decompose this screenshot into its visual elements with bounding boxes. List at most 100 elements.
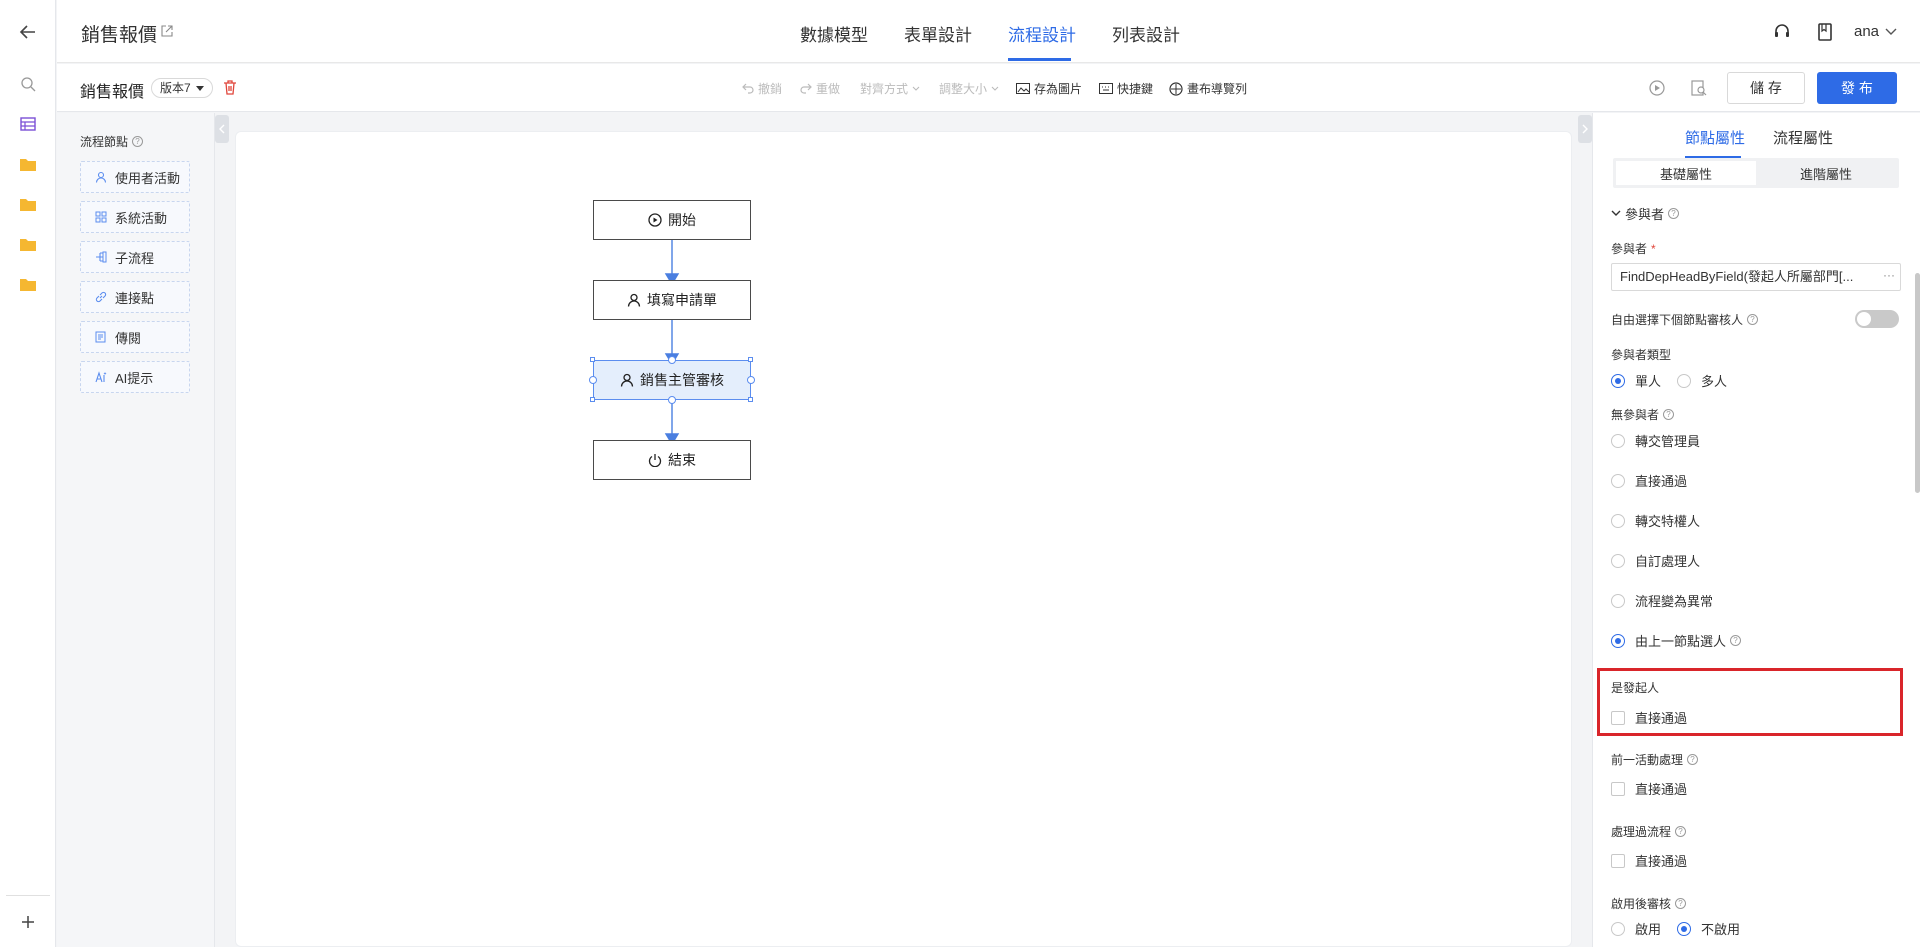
folder-icon[interactable] — [16, 272, 40, 296]
flow-canvas[interactable]: 開始 填寫申請單 銷售主管審核 結束 — [235, 131, 1572, 947]
save-button[interactable]: 儲 存 — [1727, 72, 1805, 104]
help-icon[interactable]: ? — [1747, 314, 1759, 325]
flow-node-start[interactable]: 開始 — [593, 200, 751, 240]
connection-point[interactable] — [589, 376, 597, 384]
shortcuts-button[interactable]: 快捷鍵 — [1099, 80, 1153, 97]
plus-icon[interactable] — [16, 910, 40, 934]
checkbox-label: 直接通過 — [1635, 711, 1688, 726]
palette-title: 流程節點 ? — [80, 133, 144, 150]
radio-dot — [1611, 593, 1625, 608]
play-circle-icon[interactable] — [1649, 80, 1665, 96]
resize-dropdown[interactable]: 調整大小 — [939, 80, 999, 97]
palette-item-circulate[interactable]: 傳閱 — [80, 321, 190, 353]
palette-item-system-activity[interactable]: 系統活動 — [80, 201, 190, 233]
processed-label-text: 處理過流程 — [1611, 825, 1672, 839]
radio-single[interactable]: 單人 — [1611, 371, 1661, 390]
doc-search-icon[interactable] — [1691, 80, 1707, 96]
folder-icon[interactable] — [16, 232, 40, 256]
connection-point[interactable] — [668, 356, 676, 364]
flow-node-manager-review[interactable]: 銷售主管審核 — [593, 360, 751, 400]
resize-handle[interactable] — [748, 357, 753, 362]
help-icon[interactable]: ? — [1730, 635, 1742, 646]
tab-flow-properties[interactable]: 流程屬性 — [1773, 127, 1833, 148]
radio-dot — [1611, 513, 1625, 528]
checkbox-prev-activity-pass[interactable]: 直接通過 — [1611, 779, 1687, 798]
tab-data-model[interactable]: 數據模型 — [800, 21, 868, 46]
help-icon[interactable]: ? — [1668, 208, 1680, 219]
radio-transfer-privileged[interactable]: 轉交特權人 — [1611, 511, 1700, 530]
palette-item-connector[interactable]: 連接點 — [80, 281, 190, 313]
checkbox-processed-pass[interactable]: 直接通過 — [1611, 851, 1687, 870]
free-select-toggle[interactable] — [1855, 310, 1899, 328]
left-rail — [0, 0, 56, 947]
subtab-basic[interactable]: 基礎屬性 — [1616, 161, 1756, 185]
radio-custom-handler[interactable]: 自訂處理人 — [1611, 551, 1700, 570]
palette-item-ai-prompt[interactable]: AI提示 — [80, 361, 190, 393]
node-palette: 流程節點 ? 使用者活動 系統活動 子流程 連接點 傳閱 AI提示 — [57, 113, 215, 947]
tab-flow-design[interactable]: 流程設計 — [1008, 21, 1076, 46]
folder-icon[interactable] — [16, 152, 40, 176]
resize-handle[interactable] — [748, 397, 753, 402]
caret-down-icon — [195, 85, 204, 91]
search-icon[interactable] — [16, 72, 40, 96]
collapse-right-handle[interactable] — [1578, 115, 1592, 143]
table-icon[interactable] — [16, 112, 40, 136]
tab-list-design[interactable]: 列表設計 — [1112, 21, 1180, 46]
radio-label: 單人 — [1635, 374, 1662, 389]
participant-field[interactable]: FindDepHeadByField(發起人所屬部門[... — [1611, 263, 1901, 291]
radio-prev-node-select[interactable]: 由上一節點選人 ? — [1611, 631, 1742, 650]
version-select[interactable]: 版本7 — [151, 78, 213, 98]
save-image-button[interactable]: 存為圖片 — [1016, 80, 1082, 97]
free-select-label-text: 自由選擇下個節點審核人 — [1611, 313, 1744, 327]
palette-item-user-activity[interactable]: 使用者活動 — [80, 161, 190, 193]
help-icon[interactable]: ? — [132, 136, 144, 147]
publish-button[interactable]: 發 布 — [1817, 72, 1897, 104]
top-header: 銷售報價 數據模型 表單設計 流程設計 列表設計 ana — [57, 0, 1920, 63]
flow-node-fill-form[interactable]: 填寫申請單 — [593, 280, 751, 320]
resize-label: 調整大小 — [939, 82, 988, 96]
tab-form-design[interactable]: 表單設計 — [904, 21, 972, 46]
palette-item-subflow[interactable]: 子流程 — [80, 241, 190, 273]
palette-item-label: 子流程 — [115, 250, 155, 266]
panel-scrollbar[interactable] — [1915, 273, 1920, 493]
more-icon[interactable]: ··· — [1883, 268, 1895, 282]
radio-dot — [1677, 921, 1691, 936]
book-icon[interactable] — [1817, 23, 1833, 41]
redo-button[interactable]: 重做 — [800, 80, 840, 97]
radio-post-review-enable[interactable]: 啟用 — [1611, 919, 1661, 938]
help-icon[interactable]: ? — [1687, 754, 1699, 765]
radio-pass-directly[interactable]: 直接通過 — [1611, 471, 1687, 490]
resize-handle[interactable] — [590, 357, 595, 362]
section-title: 參與者 — [1625, 207, 1665, 222]
connection-point[interactable] — [747, 376, 755, 384]
radio-transfer-admin[interactable]: 轉交管理員 — [1611, 431, 1700, 450]
collapse-left-handle[interactable] — [215, 115, 229, 143]
radio-multiple[interactable]: 多人 — [1677, 371, 1727, 390]
required-mark: * — [1651, 241, 1656, 256]
checkbox-initiator-pass[interactable]: 直接通過 — [1611, 708, 1687, 727]
delete-icon[interactable] — [223, 80, 237, 95]
align-dropdown[interactable]: 對齊方式 — [860, 80, 920, 97]
canvas-nav-button[interactable]: 畫布導覽列 — [1169, 80, 1247, 97]
participant-value: FindDepHeadByField(發起人所屬部門[... — [1620, 269, 1854, 284]
radio-flow-exception[interactable]: 流程變為異常 — [1611, 591, 1713, 610]
connection-point[interactable] — [668, 396, 676, 404]
radio-label: 自訂處理人 — [1635, 554, 1701, 569]
chevron-down-icon[interactable] — [1885, 28, 1897, 36]
help-icon[interactable]: ? — [1663, 409, 1675, 420]
radio-post-review-disable[interactable]: 不啟用 — [1677, 919, 1740, 938]
folder-icon[interactable] — [16, 192, 40, 216]
external-link-icon[interactable] — [161, 25, 173, 37]
palette-item-label: 系統活動 — [115, 210, 168, 226]
tab-node-properties[interactable]: 節點屬性 — [1685, 127, 1745, 148]
resize-handle[interactable] — [590, 397, 595, 402]
user-name[interactable]: ana — [1854, 23, 1879, 40]
back-arrow-icon[interactable] — [16, 20, 40, 44]
flow-node-end[interactable]: 結束 — [593, 440, 751, 480]
support-headset-icon[interactable] — [1773, 23, 1791, 41]
subtab-advanced[interactable]: 進階屬性 — [1756, 161, 1896, 185]
help-icon[interactable]: ? — [1675, 826, 1687, 837]
section-participants[interactable]: 參與者 ? — [1611, 204, 1680, 223]
undo-button[interactable]: 撤銷 — [742, 80, 782, 97]
help-icon[interactable]: ? — [1675, 898, 1687, 909]
